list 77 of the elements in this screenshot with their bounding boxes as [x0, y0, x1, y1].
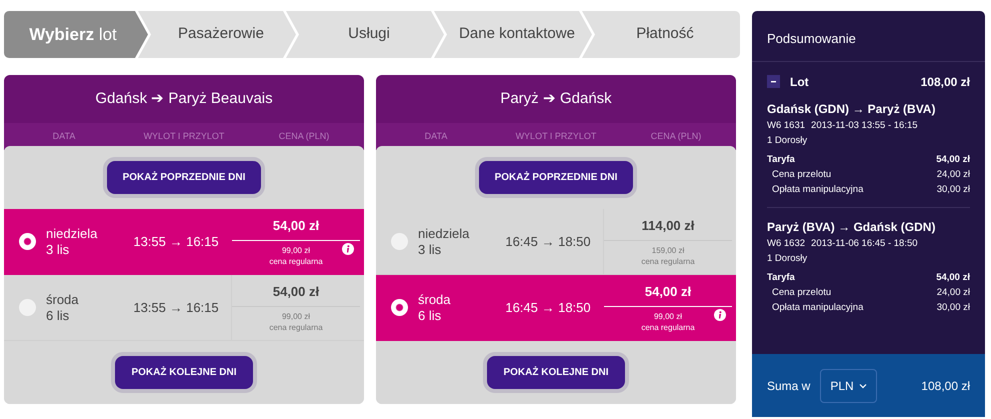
- section-label: Lot: [790, 74, 810, 90]
- radio-button[interactable]: [391, 233, 408, 250]
- collapse-icon[interactable]: [767, 75, 780, 88]
- fare-amount: 54,00 zł: [936, 152, 970, 166]
- fee-label: Cena przelotu: [772, 168, 832, 182]
- regular-price-label: cena regularna: [641, 256, 695, 267]
- flight-row[interactable]: niedziela 3 lis 13:55 → 16:15 54,00 zł 99,00 zł cena regularna: [4, 209, 364, 275]
- total-label: Suma w: [767, 378, 810, 394]
- date-label: 3 lis: [418, 242, 442, 258]
- regular-price-label: cena regularna: [269, 322, 323, 333]
- flight-times: 16:45 → 18:50: [504, 298, 592, 317]
- section-total: 108,00 zł: [920, 74, 970, 90]
- radio-button[interactable]: [391, 299, 408, 316]
- previous-days-button[interactable]: POKAŻ POPRZEDNIE DNI: [106, 161, 262, 194]
- flight-number: W6 1632: [767, 238, 806, 249]
- date-label: 6 lis: [418, 308, 442, 324]
- currency-select[interactable]: PLN: [820, 368, 877, 402]
- flight-schedule: 2013-11-03 13:55 - 16:15: [811, 120, 918, 130]
- info-icon[interactable]: [342, 243, 354, 255]
- summary-title: Podsumowanie: [752, 11, 985, 62]
- fee-amount: 24,00 zł: [936, 286, 970, 300]
- column-header: WYLOT I PRZYLOT: [514, 130, 598, 143]
- info-icon[interactable]: [714, 309, 726, 321]
- passengers-label: 1 Dorosły: [767, 134, 808, 148]
- flight-row[interactable]: środa 6 lis 16:45 → 18:50 54,00 zł 99,00 zł cena regularna: [376, 275, 736, 341]
- day-label: niedziela: [46, 226, 98, 242]
- flight-times: 13:55 → 16:15: [132, 298, 220, 317]
- date-label: 3 lis: [46, 242, 70, 258]
- next-days-button[interactable]: POKAŻ KOLEJNE DNI: [487, 356, 624, 389]
- fare-label: Taryfa: [767, 270, 795, 285]
- step-tab[interactable]: Płatność: [582, 11, 740, 58]
- fare-amount: 54,00 zł: [936, 270, 970, 285]
- step-tab[interactable]: Pasażerowie: [138, 11, 296, 58]
- fare-label: Taryfa: [767, 152, 795, 166]
- day-label: niedziela: [418, 226, 470, 242]
- column-header: DATA: [424, 130, 448, 143]
- flight-times: 13:55 → 16:15: [132, 232, 220, 251]
- fee-label: Opłata manipulacyjna: [772, 182, 864, 197]
- flight-schedule: 2013-11-06 16:45 - 18:50: [811, 238, 918, 249]
- column-header: CENA (PLN): [650, 130, 702, 143]
- fee-label: Cena przelotu: [772, 286, 832, 300]
- date-label: 6 lis: [46, 308, 70, 324]
- price: 54,00 zł: [232, 282, 360, 307]
- step-tab[interactable]: Usługi: [286, 11, 444, 58]
- radio-button[interactable]: [19, 233, 36, 250]
- day-label: środa: [46, 292, 80, 308]
- flight-number: W6 1631: [767, 120, 806, 130]
- price: 54,00 zł: [604, 282, 732, 307]
- regular-price: 159,00 zł: [652, 244, 684, 256]
- previous-days-button[interactable]: POKAŻ POPRZEDNIE DNI: [478, 161, 634, 194]
- regular-price: 99,00 zł: [282, 310, 310, 322]
- column-header: WYLOT I PRZYLOT: [142, 130, 226, 143]
- price: 54,00 zł: [232, 216, 360, 241]
- radio-button[interactable]: [19, 299, 36, 316]
- route-title: Paryż ➔ Gdańsk: [376, 75, 736, 123]
- route-title: Gdańsk ➔ Paryż Beauvais: [4, 75, 364, 123]
- step-tab[interactable]: Dane kontaktowe: [434, 11, 592, 58]
- price: 114,00 zł: [604, 216, 732, 241]
- flight-times: 16:45 → 18:50: [504, 232, 592, 251]
- leg-route: Gdańsk (GDN) → Paryż (BVA): [767, 100, 936, 118]
- fee-amount: 24,00 zł: [936, 168, 970, 182]
- next-days-button[interactable]: POKAŻ KOLEJNE DNI: [115, 356, 252, 389]
- fee-amount: 30,00 zł: [936, 301, 970, 315]
- regular-price-label: cena regularna: [641, 322, 695, 333]
- total-amount: 108,00 zł: [921, 378, 970, 394]
- column-header: DATA: [52, 130, 76, 143]
- regular-price-label: cena regularna: [269, 256, 323, 267]
- regular-price: 99,00 zł: [282, 244, 310, 256]
- fee-amount: 30,00 zł: [936, 182, 970, 197]
- flight-row[interactable]: środa 6 lis 13:55 → 16:15 54,00 zł 99,00 zł cena regularna: [4, 275, 364, 341]
- regular-price: 99,00 zł: [654, 310, 682, 322]
- day-label: środa: [418, 292, 452, 308]
- leg-route: Paryż (BVA) → Gdańsk (GDN): [767, 218, 936, 236]
- column-header: CENA (PLN): [278, 130, 330, 143]
- chevron-icon: [858, 382, 867, 388]
- fee-label: Opłata manipulacyjna: [772, 301, 864, 315]
- passengers-label: 1 Dorosły: [767, 252, 808, 266]
